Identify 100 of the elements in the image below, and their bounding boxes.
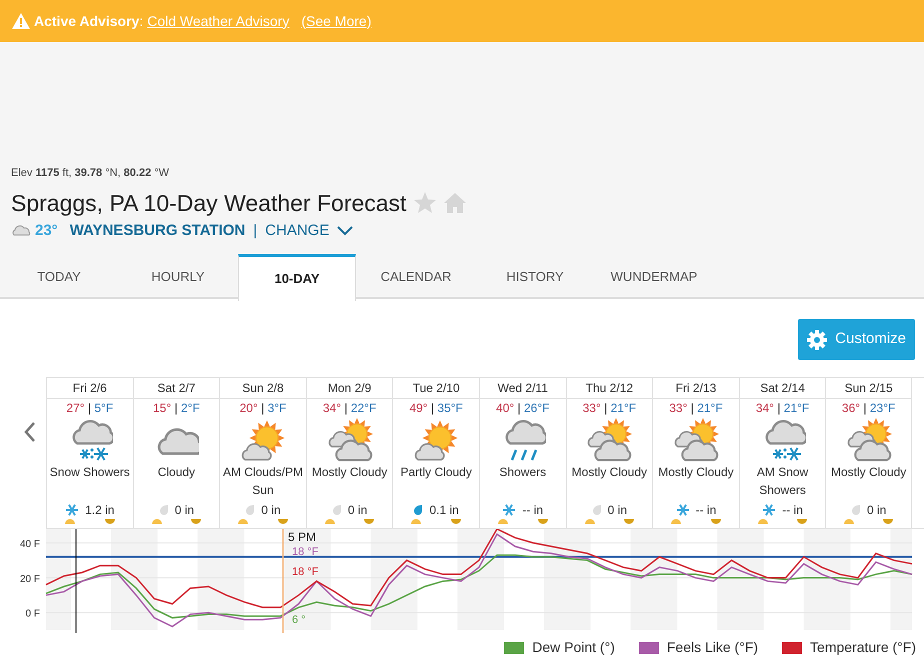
temperature-separator: |	[344, 401, 348, 415]
high-temperature: 15°	[153, 401, 172, 415]
tab[interactable]: HISTORY	[476, 254, 594, 299]
precipitation-amount: -- in	[522, 502, 544, 518]
low-temperature: 3°F	[268, 401, 286, 415]
day-date: Wed 2/11	[480, 378, 566, 399]
precipitation-amount: 0.1 in	[429, 502, 459, 518]
condition-text: Snow Showers	[50, 465, 130, 479]
advisory-label: Active Advisory:	[34, 12, 144, 31]
sunset-icon	[278, 519, 288, 524]
legend-label: Feels Like (°F)	[666, 638, 758, 657]
warning-icon	[12, 13, 30, 29]
sunset-icon	[364, 519, 374, 524]
low-temperature: 35°F	[437, 401, 463, 415]
tab[interactable]: HOURLY	[119, 254, 237, 299]
sunset-icon	[538, 519, 548, 524]
temperature-separator: |	[261, 401, 264, 415]
day-date: Sun 2/8	[220, 378, 306, 399]
sunset-icon	[104, 519, 115, 524]
day-date: Tue 2/10	[393, 378, 479, 399]
low-temperature: 5°F	[94, 401, 114, 415]
precipitation-amount: 0 in	[866, 502, 886, 518]
sunrise-icon	[411, 519, 422, 524]
low-temperature: 23°F	[870, 401, 896, 415]
high-temperature: 33°	[669, 401, 688, 415]
sunrise-icon	[758, 519, 768, 524]
precipitation-amount: -- in	[782, 502, 803, 518]
day-date: Mon 2/9	[306, 378, 392, 399]
sunrise-icon	[498, 519, 508, 524]
temperature-separator: |	[690, 401, 694, 415]
high-temperature: 20°	[240, 401, 258, 415]
low-temperature: 2°F	[180, 401, 200, 415]
star-icon[interactable]	[414, 192, 436, 213]
day-date: Sun 2/15	[826, 378, 911, 399]
day-date: Sat 2/14	[740, 378, 826, 399]
high-temperature: 36°	[842, 401, 860, 415]
axis-label: 20 F	[20, 574, 40, 585]
low-temperature: 22°F	[350, 401, 376, 415]
tab[interactable]: TODAY	[0, 254, 118, 299]
page-title: Spraggs, PA 10-Day Weather Forecast	[11, 188, 406, 218]
hover-time: 5 PM	[288, 530, 316, 544]
high-temperature: 33°	[582, 401, 601, 415]
hover-reading: 18 °F	[292, 566, 318, 578]
temperature-separator: |	[430, 401, 434, 415]
precipitation-amount: 1.2 in	[85, 502, 114, 518]
sunrise-icon	[152, 519, 162, 524]
temperature-separator: |	[863, 401, 867, 415]
change-station-link[interactable]: CHANGE	[265, 220, 354, 242]
high-temperature: 49°	[409, 401, 428, 415]
high-temperature: 27°	[66, 401, 85, 415]
low-temperature: 21°F	[784, 401, 810, 415]
cloud-icon	[11, 225, 31, 236]
low-temperature: 21°F	[610, 401, 636, 415]
tab[interactable]: CALENDAR	[357, 254, 475, 299]
elevation-coordinates: Elev 1175 ft, 39.78 °N, 80.22 °W	[10, 166, 170, 181]
day-date: Sat 2/7	[134, 378, 220, 399]
current-temperature: 23°	[35, 220, 58, 240]
precipitation-amount: 0 in	[174, 502, 194, 518]
sunrise-icon	[671, 519, 682, 524]
high-temperature: 40°	[496, 401, 514, 415]
sunset-icon	[710, 519, 721, 524]
sunrise-icon	[324, 519, 335, 524]
sunset-icon	[191, 519, 202, 524]
temperature-separator: |	[518, 401, 521, 415]
high-temperature: 34°	[322, 401, 341, 415]
precipitation-amount: 0 in	[608, 502, 628, 518]
temperature-separator: |	[777, 401, 780, 415]
chevron-down-icon	[337, 226, 354, 236]
temperature-separator: |	[88, 401, 92, 415]
legend-label: Temperature (°F)	[810, 638, 916, 657]
sunrise-icon	[65, 519, 75, 524]
condition-text: Showers	[499, 465, 546, 479]
condition-text: Cloudy	[158, 465, 196, 479]
condition-text: Mostly Cloudy	[830, 465, 906, 479]
tab[interactable]: 10-DAY	[238, 254, 356, 301]
precipitation-amount: -- in	[696, 502, 716, 518]
hover-reading: 6 °	[292, 614, 306, 626]
day-date: Thu 2/12	[566, 378, 652, 399]
low-temperature: 26°F	[524, 401, 550, 415]
legend-label: Dew Point (°)	[532, 638, 615, 657]
home-icon[interactable]	[444, 192, 466, 212]
condition-text: Mostly Cloudy	[572, 465, 648, 479]
sunrise-icon	[238, 519, 248, 524]
separator: |	[253, 220, 258, 240]
condition-text: Partly Cloudy	[400, 465, 472, 479]
condition-text: Mostly Cloudy	[312, 465, 388, 479]
axis-label: 0 F	[26, 608, 40, 620]
day-date: Fri 2/13	[653, 378, 739, 399]
axis-label: 40 F	[20, 538, 40, 550]
tab[interactable]: WUNDERMAP	[595, 254, 713, 299]
temperature-separator: |	[604, 401, 608, 415]
sunrise-icon	[584, 519, 595, 524]
low-temperature: 21°F	[697, 401, 723, 415]
hover-reading: 18 °F	[292, 546, 318, 558]
sunset-icon	[624, 519, 634, 524]
sunset-icon	[450, 519, 461, 524]
precipitation-amount: 0 in	[261, 502, 281, 518]
condition-text: Mostly Cloudy	[658, 465, 734, 479]
temperature-separator: |	[174, 401, 178, 415]
station-link[interactable]: WAYNESBURG STATION	[70, 220, 246, 242]
